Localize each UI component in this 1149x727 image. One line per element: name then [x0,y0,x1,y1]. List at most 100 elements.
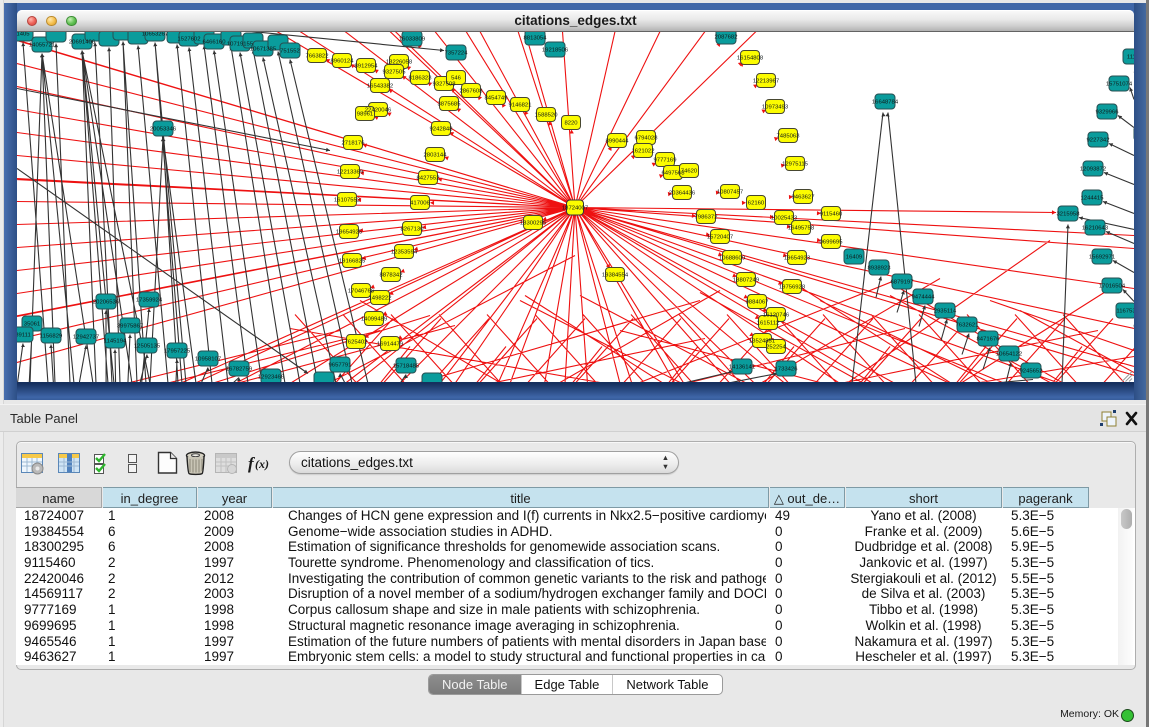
svg-text:20364436: 20364436 [669,190,696,196]
svg-text:20691406: 20691406 [69,39,96,45]
svg-text:8186323: 8186323 [409,75,433,81]
svg-text:18724007: 18724007 [562,205,588,211]
svg-text:1621022: 1621022 [632,148,655,154]
svg-text:8267130: 8267130 [401,226,425,232]
svg-text:17359924: 17359924 [136,297,163,303]
svg-text:9474444: 9474444 [912,294,936,300]
svg-text:2803144: 2803144 [424,152,448,158]
svg-text:9146821: 9146821 [509,102,532,108]
svg-text:10958107: 10958107 [195,356,221,362]
svg-text:17046766: 17046766 [348,288,375,294]
svg-text:12213967: 12213967 [753,78,779,84]
svg-text:16495758: 16495758 [788,225,815,231]
svg-text:19654923: 19654923 [784,255,811,261]
svg-text:16914479: 16914479 [377,341,403,347]
svg-text:39975867: 39975867 [117,323,143,329]
svg-text:9327505: 9327505 [383,69,407,75]
svg-text:6794028: 6794028 [635,135,659,141]
svg-text:18300295: 18300295 [520,220,547,226]
svg-text:6466160: 6466160 [203,39,227,45]
svg-text:16033809: 16033809 [399,36,425,42]
svg-text:14055721: 14055721 [29,42,55,48]
svg-text:9227342: 9227342 [1087,137,1110,143]
svg-text:17957225: 17957225 [164,348,191,354]
svg-text:1405: 1405 [17,32,30,38]
svg-text:1156829: 1156829 [40,333,63,339]
svg-text:16782759: 16782759 [226,366,252,372]
svg-text:35061: 35061 [24,321,40,327]
svg-text:15720407: 15720407 [707,234,733,240]
svg-text:19166825: 19166825 [339,258,366,264]
svg-text:8878342: 8878342 [380,272,403,278]
svg-text:546: 546 [451,75,462,81]
svg-text:1145194: 1145194 [104,338,127,344]
svg-text:13226058: 13226058 [386,59,413,65]
svg-text:17016504: 17016504 [1099,283,1126,289]
svg-text:8471676: 8471676 [977,336,1001,342]
svg-text:10654122: 10654122 [996,351,1022,357]
svg-text:15718485: 15718485 [393,363,420,369]
svg-text:12923466: 12923466 [258,374,285,380]
svg-text:10973493: 10973493 [762,104,789,110]
svg-text:1733426: 1733426 [775,366,799,372]
svg-text:7357224: 7357224 [445,50,469,56]
svg-text:19756928: 19756928 [779,284,806,290]
svg-text:39111: 39111 [17,332,31,338]
svg-text:9329966: 9329966 [1096,109,1120,115]
svg-text:18807249: 18807249 [733,277,759,283]
svg-text:15692971: 15692971 [1089,254,1115,260]
svg-text:7632621: 7632621 [956,322,979,328]
svg-text:1498222: 1498222 [369,295,392,301]
svg-text:1615112: 1615112 [757,320,780,326]
svg-text:7663822: 7663822 [306,53,329,59]
svg-text:20206536: 20206536 [93,299,120,305]
svg-text:10807457: 10807457 [717,189,743,195]
svg-text:16154808: 16154808 [737,55,764,61]
svg-text:19654925: 19654925 [336,229,363,235]
svg-text:12975115: 12975115 [782,161,808,167]
svg-text:9245652: 9245652 [1020,368,1043,374]
svg-text:9463627: 9463627 [792,194,815,200]
svg-text:2935114: 2935114 [934,308,957,314]
svg-text:9657791: 9657791 [329,362,352,368]
svg-text:12942737: 12942737 [73,334,99,340]
svg-text:19218506: 19218506 [542,47,569,53]
svg-text:8990444: 8990444 [606,138,630,144]
svg-text:(x): (x) [255,457,269,471]
svg-text:10688609: 10688609 [719,255,745,261]
svg-text:12353594: 12353594 [391,249,418,255]
svg-text:751552: 751552 [280,48,300,54]
svg-text:16120746: 16120746 [763,312,790,318]
svg-text:8220: 8220 [564,120,578,126]
svg-text:8912954: 8912954 [355,63,379,69]
svg-text:8454749: 8454749 [485,95,508,101]
svg-text:7485063: 7485063 [777,133,801,139]
svg-text:1112: 1112 [1127,54,1134,60]
svg-text:14099489: 14099489 [361,316,387,322]
svg-text:16543382: 16543382 [367,83,393,89]
svg-text:9242848: 9242848 [430,126,454,132]
svg-text:1244415: 1244415 [1081,195,1105,201]
svg-text:8938923: 8938923 [868,265,892,271]
svg-text:2867608: 2867608 [460,88,484,94]
svg-text:1527602: 1527602 [178,36,201,42]
svg-text:9327508: 9327508 [433,81,457,87]
svg-text:10671385: 10671385 [250,46,277,52]
svg-text:9777169: 9777169 [654,157,677,163]
svg-text:417006: 417006 [410,200,430,206]
svg-text:16648784: 16648784 [872,99,899,105]
svg-text:252254: 252254 [766,344,786,350]
svg-text:3875685: 3875685 [438,101,462,107]
svg-text:8960124: 8960124 [331,58,355,64]
svg-text:16409: 16409 [846,254,862,260]
svg-text:98961: 98961 [357,111,373,117]
svg-text:2087682: 2087682 [715,34,738,40]
svg-text:15751074: 15751074 [1106,81,1133,87]
svg-text:8427552: 8427552 [417,175,440,181]
svg-text:16107552: 16107552 [334,197,360,203]
svg-text:12213369: 12213369 [337,169,363,175]
svg-text:12093872: 12093872 [1080,166,1106,172]
svg-text:74620: 74620 [681,168,698,174]
svg-text:62160: 62160 [748,200,765,206]
svg-text:6879197: 6879197 [891,279,914,285]
